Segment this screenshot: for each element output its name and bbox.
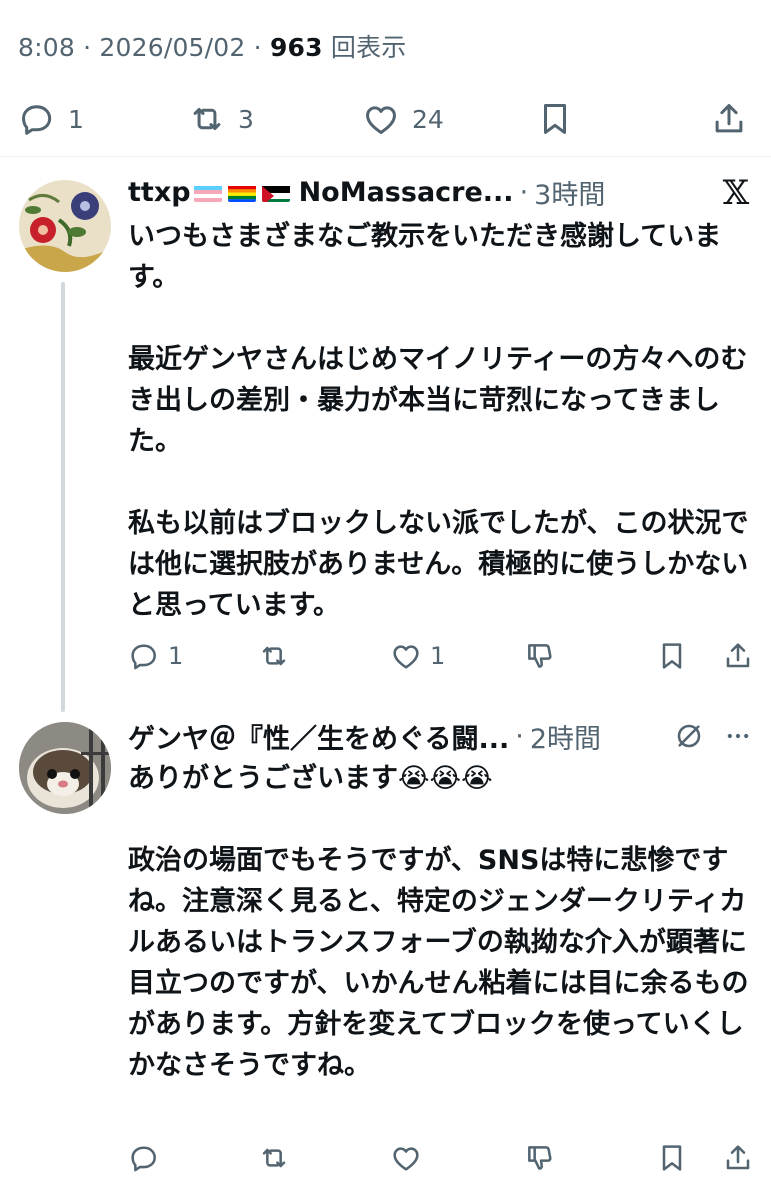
views-label: 回表示: [330, 33, 407, 62]
retweet-button[interactable]: [258, 1140, 290, 1176]
like-count: 1: [430, 642, 446, 670]
bookmark-icon: [662, 643, 682, 669]
reply-text: ありがとうございます😭😭😭 政治の場面でもそうですが、SNSは特に悲惨ですね。注…: [128, 763, 749, 1081]
display-name[interactable]: ttxp: [128, 177, 191, 208]
retweet-icon: [193, 107, 221, 131]
bookmark-icon: [662, 1145, 682, 1171]
reply-button[interactable]: [128, 1140, 160, 1176]
retweet-button[interactable]: [258, 638, 290, 674]
thumbs-down-icon: [528, 1146, 552, 1170]
retweet-count: 3: [238, 104, 254, 134]
reply-count: 1: [168, 642, 184, 670]
reply-header: ゲンヤ＠『性／生をめぐる闘... · 2時間: [128, 716, 748, 756]
reply-time[interactable]: 2時間: [530, 717, 601, 756]
reply-actions: 1 1: [128, 638, 758, 674]
bookmark-icon: [543, 104, 567, 134]
divider: [0, 156, 771, 157]
main-tweet-actions: 1 3 24: [0, 96, 771, 142]
reply-header: ttxp NoMassacre... · 3時間: [128, 172, 748, 212]
dislike-button[interactable]: [524, 638, 556, 674]
separator-dot: ·: [515, 720, 524, 752]
share-button[interactable]: [722, 638, 754, 674]
share-icon: [715, 104, 743, 133]
like-button[interactable]: 1: [390, 638, 445, 674]
views-count: 963: [269, 33, 323, 62]
share-icon: [726, 1145, 750, 1170]
separator-dot: ·: [253, 33, 270, 62]
tweet-time: 8:08: [18, 33, 75, 62]
display-name[interactable]: ゲンヤ＠『性／生をめぐる闘...: [128, 717, 509, 756]
avatar-ttxp[interactable]: [19, 180, 111, 272]
heart-icon: [393, 645, 419, 669]
reply-time[interactable]: 3時間: [534, 173, 605, 212]
dislike-button[interactable]: [524, 1140, 556, 1176]
palestine-flag-icon: [261, 182, 290, 202]
rainbow-flag-icon: [227, 182, 256, 202]
transgender-flag-icon: [193, 182, 222, 202]
thread-line: [61, 282, 65, 712]
heart-icon: [366, 106, 396, 134]
like-button[interactable]: 24: [362, 96, 444, 142]
avatar-image: [19, 722, 111, 814]
grok-icon[interactable]: [673, 720, 705, 756]
share-button[interactable]: [722, 1140, 754, 1176]
tweet-date[interactable]: 2026/05/02: [99, 33, 245, 62]
reply-icon: [22, 105, 52, 135]
reply-button[interactable]: 1: [128, 638, 183, 674]
bookmark-button[interactable]: [536, 96, 574, 142]
share-icon: [726, 643, 750, 668]
share-button[interactable]: [710, 96, 748, 142]
thumbs-down-icon: [528, 644, 552, 668]
reply-icon: [131, 1146, 156, 1172]
reply-actions: [128, 1140, 758, 1176]
like-button[interactable]: [390, 1140, 422, 1176]
avatar-image: [19, 180, 111, 272]
like-count: 24: [412, 104, 444, 134]
retweet-icon: [262, 1148, 286, 1168]
retweet-icon: [262, 646, 286, 666]
x-logo-icon: 𝕏: [722, 173, 750, 213]
reply-button[interactable]: 1: [18, 96, 84, 142]
reply-text: いつもさまざまなご教示をいただき感謝していま す。 最近ゲンヤさんはじめマイノリ…: [128, 221, 749, 621]
display-name-suffix[interactable]: NoMassacre...: [299, 177, 514, 208]
heart-icon: [393, 1147, 419, 1171]
avatar-genya[interactable]: [19, 722, 111, 814]
retweet-button[interactable]: 3: [188, 96, 254, 142]
more-options-icon[interactable]: [722, 722, 754, 754]
separator-dot: ·: [83, 33, 100, 62]
reply-icon: [131, 644, 156, 670]
bookmark-button[interactable]: [656, 638, 688, 674]
reply-count: 1: [68, 104, 84, 134]
tweet-timestamp-line: 8:08 · 2026/05/02 · 963 回表示: [18, 28, 407, 64]
separator-dot: ·: [519, 176, 529, 208]
bookmark-button[interactable]: [656, 1140, 688, 1176]
